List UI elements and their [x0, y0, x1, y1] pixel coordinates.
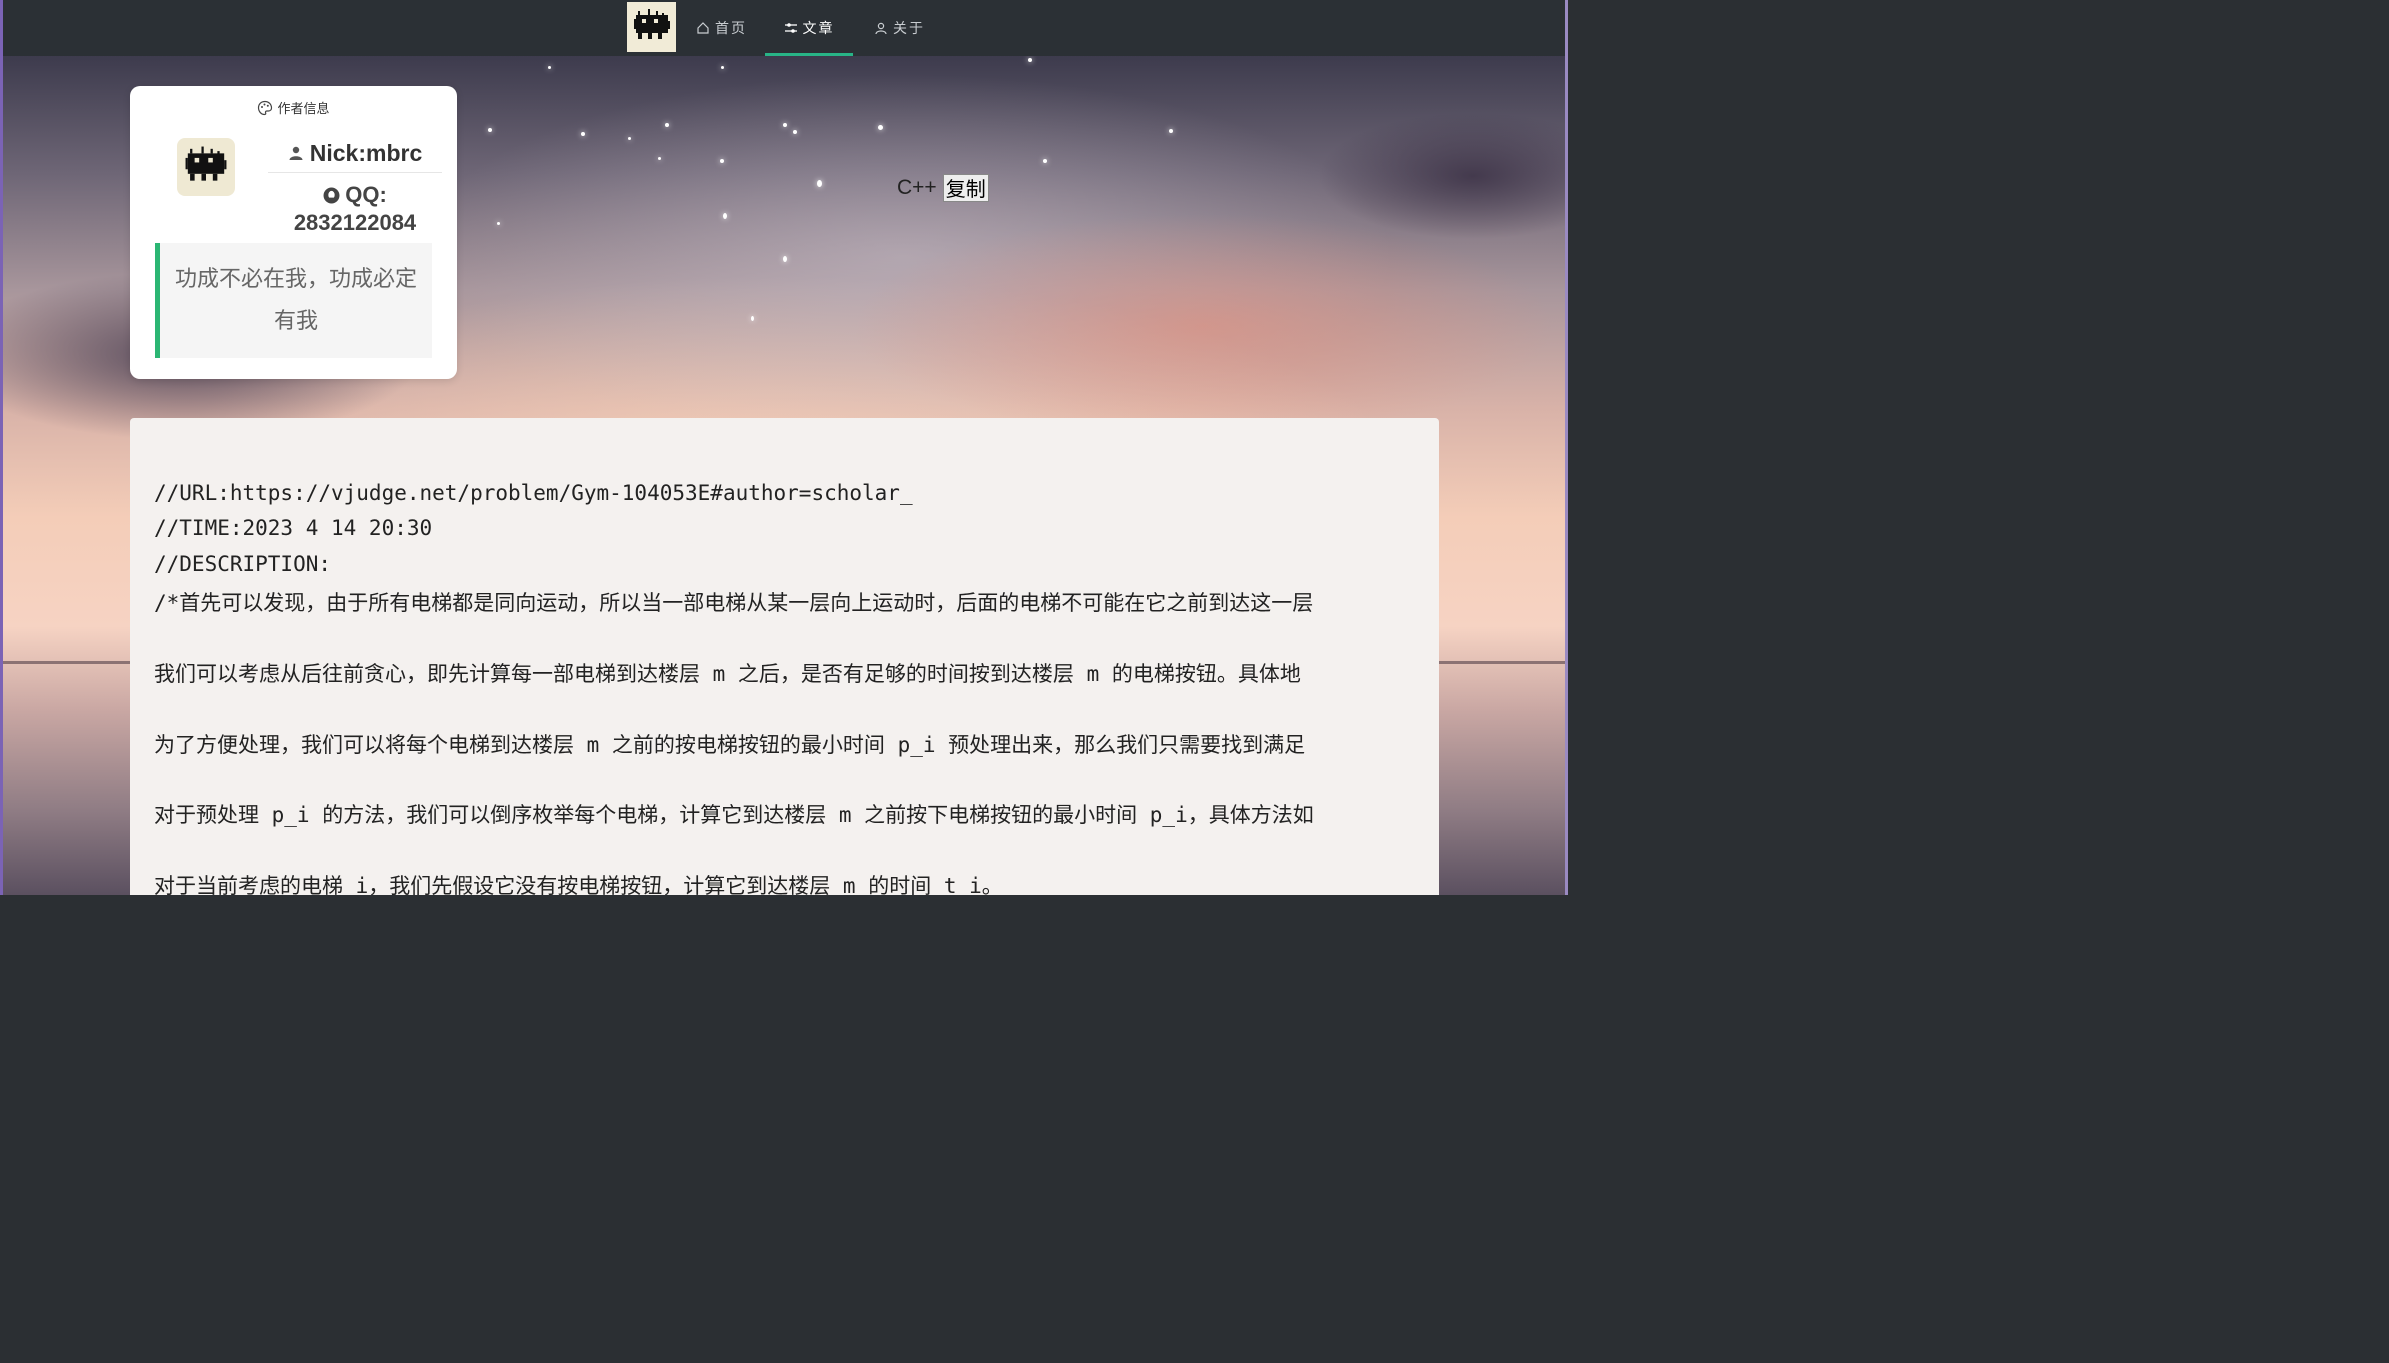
qq-number: 2832122084 [293, 209, 417, 235]
nav-item-articles[interactable]: 文章 [765, 0, 853, 56]
user-icon [289, 146, 303, 160]
star [751, 316, 754, 321]
code-line: 对于当前考虑的电梯 i，我们先假设它没有按电梯按钮，计算它到达楼层 m 的时间 … [154, 874, 1003, 895]
star [628, 137, 631, 140]
nav-item-label: 关于 [893, 21, 925, 37]
star [665, 123, 669, 127]
author-info-card: 作者信息 Nick:mbrc QQ: 2832122084 功成不必在我，功成必… [130, 86, 457, 379]
author-qq: QQ: 2832122084 [268, 182, 442, 236]
author-motto: 功成不必在我，功成必定有我 [155, 243, 432, 358]
palette-icon [258, 100, 273, 115]
avatar [177, 138, 235, 196]
qq-label: QQ: [345, 182, 387, 207]
nav-item-home[interactable]: 首页 [696, 0, 747, 56]
nav-item-label: 文章 [802, 21, 835, 37]
star [1169, 129, 1173, 133]
user-icon [875, 22, 887, 35]
code-line: /*首先可以发现，由于所有电梯都是同向运动，所以当一部电梯从某一层向上运动时，后… [154, 591, 1314, 615]
star [721, 66, 724, 69]
star [878, 125, 883, 130]
code-line: //TIME:2023 4 14 20:30 [154, 516, 433, 540]
card-title-text: 作者信息 [277, 102, 330, 117]
home-icon [697, 22, 709, 34]
star [720, 159, 724, 163]
code-line: 我们可以考虑从后往前贪心，即先计算每一部电梯到达楼层 m 之后，是否有足够的时间… [154, 662, 1301, 686]
star [581, 132, 585, 136]
card-title: 作者信息 [130, 98, 457, 117]
nick-text: Nick:mbrc [309, 139, 423, 166]
code-toolbar: C++ 复制 [897, 174, 989, 202]
qq-icon [323, 187, 340, 203]
code-line: 对于预处理 p_i 的方法，我们可以倒序枚举每个电梯，计算它到达楼层 m 之前按… [154, 803, 1314, 827]
star [783, 123, 787, 127]
code-line: //DESCRIPTION: [154, 552, 332, 576]
star [658, 157, 661, 160]
star [548, 66, 551, 69]
star [723, 213, 727, 219]
code-block: //URL:https://vjudge.net/problem/Gym-104… [130, 418, 1439, 895]
code-line: //URL:https://vjudge.net/problem/Gym-104… [154, 481, 913, 505]
motto-text: 功成不必在我，功成必定有我 [174, 266, 417, 334]
pixel-monster-logo-icon [633, 9, 670, 39]
star [1043, 159, 1047, 163]
author-nick: Nick:mbrc [268, 134, 442, 173]
star [817, 180, 822, 187]
star [488, 128, 492, 132]
code-language-label: C++ [897, 176, 937, 199]
code-line: 为了方便处理，我们可以将每个电梯到达楼层 m 之前的按电梯按钮的最小时间 p_i… [154, 733, 1306, 757]
star [497, 222, 500, 225]
star [793, 130, 797, 134]
scrollbar[interactable] [1565, 0, 1568, 895]
star [1028, 58, 1032, 62]
copy-button[interactable]: 复制 [942, 174, 989, 202]
sliders-icon [784, 23, 797, 33]
pixel-monster-avatar-icon [185, 146, 227, 181]
top-navbar: 首页 文章 关于 [3, 0, 1565, 56]
nav-item-about[interactable]: 关于 [874, 0, 925, 56]
site-logo[interactable] [627, 2, 676, 52]
nav-item-label: 首页 [715, 21, 747, 37]
star [783, 256, 787, 262]
